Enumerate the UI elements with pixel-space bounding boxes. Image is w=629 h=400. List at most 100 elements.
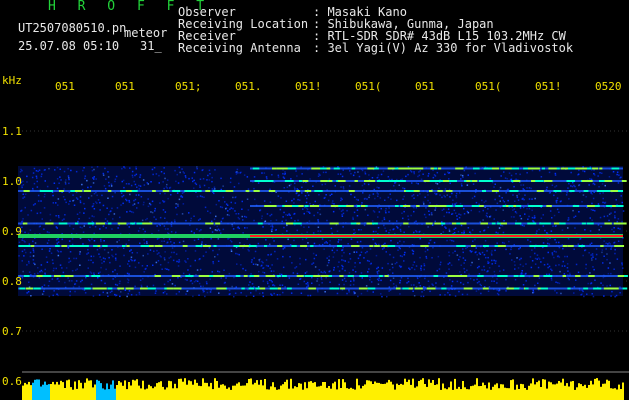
noise-dot [497,221,499,223]
noise-dot [389,253,391,256]
noise-dot [431,283,433,285]
noise-dot [401,255,403,258]
band-segment [126,190,132,192]
noise-dot [120,204,122,206]
amplitude-bar [528,385,530,400]
noise-dot [72,200,74,202]
band-segment [347,275,354,277]
noise-dot [377,195,379,197]
noise-dot [534,247,536,249]
noise-dot [392,277,395,279]
noise-dot [312,252,315,255]
noise-dot [88,217,91,219]
noise-dot [388,211,390,213]
noise-dot [129,167,131,169]
noise-dot [447,171,449,173]
noise-dot [108,256,110,259]
noise-dot [57,250,60,253]
noise-dot [342,259,345,262]
noise-dot [166,179,169,181]
noise-dot [562,260,564,263]
noise-dot [212,249,214,252]
noise-dot [209,173,211,175]
noise-dot [166,183,168,186]
noise-dot [441,221,443,223]
amplitude-bar [316,386,318,400]
noise-dot [418,174,421,177]
noise-dot [220,220,223,223]
noise-dot [493,259,495,262]
noise-dot [209,212,212,214]
amplitude-bar [612,388,614,400]
noise-dot [448,268,450,270]
band-segment [480,222,489,225]
noise-dot [121,167,123,170]
noise-dot [112,218,114,220]
noise-dot [67,175,70,177]
noise-dot [448,172,451,174]
noise-dot [216,229,218,232]
noise-dot [134,174,136,177]
noise-dot [556,208,559,211]
noise-dot [476,278,478,281]
noise-dot [601,183,604,185]
noise-dot [377,279,380,282]
noise-dot [578,211,580,213]
band-segment [118,222,124,225]
noise-dot [131,170,134,173]
noise-dot [79,200,82,202]
amplitude-bar [486,388,488,400]
band-segment [572,205,580,207]
noise-dot [423,213,426,216]
noise-dot [524,194,526,196]
noise-dot [455,195,457,197]
noise-dot [476,266,479,269]
noise-dot [386,295,388,298]
noise-dot [466,269,468,272]
noise-dot [82,243,84,245]
noise-dot [178,291,180,293]
noise-dot [456,218,459,220]
noise-dot [21,220,24,222]
noise-dot [32,249,35,252]
band-segment [403,205,411,207]
band-segment [497,245,506,247]
noise-dot [244,269,247,272]
noise-dot [175,203,177,205]
noise-dot [217,270,219,273]
noise-dot [259,209,262,211]
noise-dot [71,270,74,272]
amplitude-bar [30,385,32,400]
noise-dot [173,219,176,221]
band-segment [394,180,401,182]
noise-dot [555,224,557,227]
noise-dot [159,224,161,227]
noise-dot [611,228,613,231]
amplitude-bar [542,379,544,400]
noise-dot [430,212,433,214]
band-segment [562,275,566,277]
noise-dot [288,184,291,187]
noise-dot [77,220,79,223]
noise-dot [53,290,55,292]
noise-dot [101,262,103,264]
noise-dot [61,267,63,269]
noise-dot [297,219,299,222]
amplitude-bar [550,382,552,400]
noise-dot [575,279,577,281]
noise-dot [257,182,260,184]
noise-dot [381,220,384,222]
noise-dot [594,279,596,281]
band-segment [277,287,281,290]
noise-dot [572,181,574,184]
noise-dot [261,260,263,263]
noise-dot [101,194,103,197]
noise-dot [467,227,470,229]
noise-dot [466,184,469,186]
noise-dot [385,251,387,253]
noise-dot [307,285,309,287]
noise-dot [39,225,41,227]
noise-dot [252,263,255,265]
amplitude-bar [142,380,144,400]
noise-dot [284,171,286,173]
